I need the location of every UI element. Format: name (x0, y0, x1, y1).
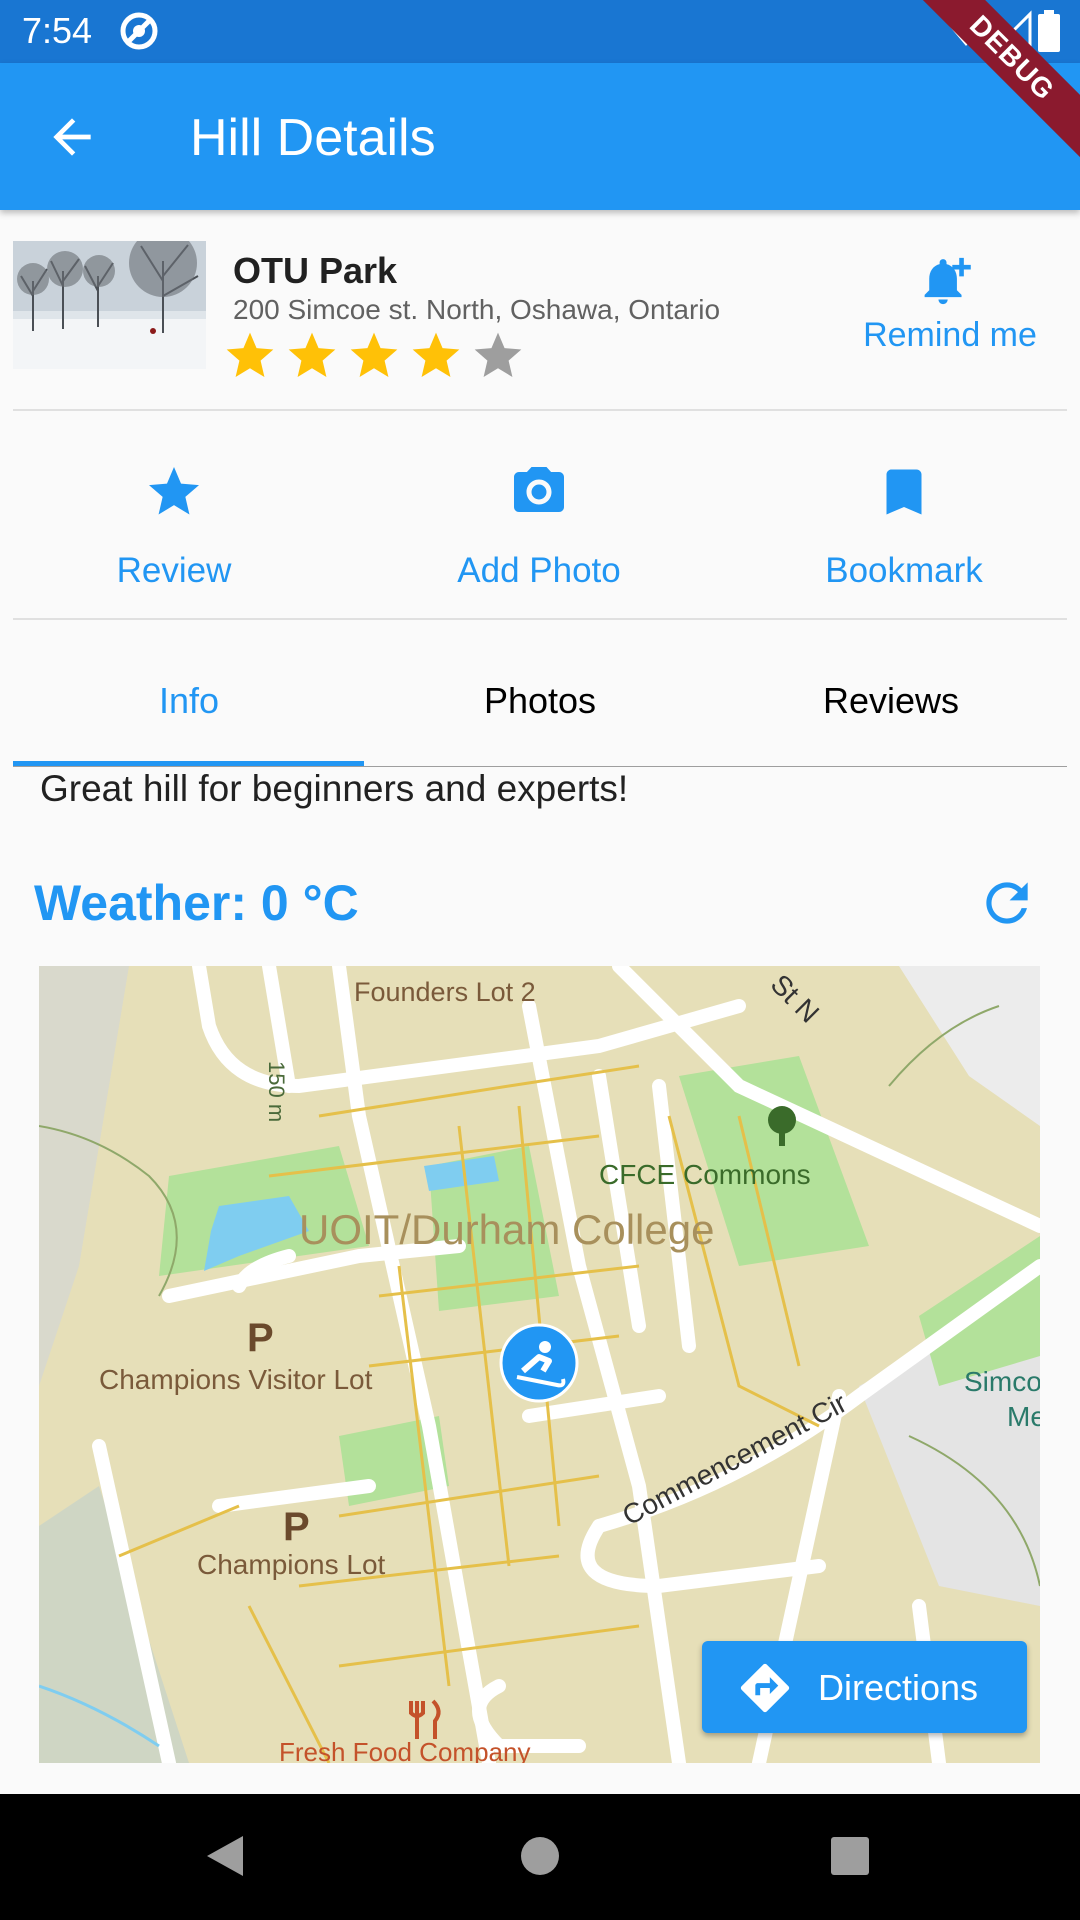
directions-icon (740, 1663, 790, 1713)
star-filled-icon (288, 332, 336, 377)
page-title: Hill Details (190, 109, 436, 167)
directions-label: Directions (818, 1667, 979, 1708)
hill-description: Great hill for beginners and experts! (40, 768, 629, 809)
review-button[interactable]: Review (44, 462, 304, 591)
star-filled-icon (412, 332, 460, 377)
map-label-visitor-lot: Champions Visitor Lot (99, 1364, 373, 1395)
tab-photos[interactable]: Photos (364, 680, 716, 722)
tab-indicator (13, 761, 364, 766)
star-filled-icon (350, 332, 398, 377)
tab-bar-divider (13, 766, 1067, 767)
remind-me-button[interactable]: Remind me (850, 253, 1050, 355)
map-label-campus: UOIT/Durham College (299, 1206, 714, 1253)
map-label-cfce: CFCE Commons (599, 1159, 811, 1190)
debug-banner: DEBUG (920, 0, 1080, 160)
hill-name: OTU Park (233, 250, 398, 291)
weather-label: Weather: 0 °C (34, 875, 359, 931)
status-bar: 7:54 (0, 0, 1080, 63)
map-label-fresh-food: Fresh Food Company (279, 1737, 530, 1763)
star-filled-icon (226, 332, 274, 377)
status-time: 7:54 (22, 10, 93, 51)
rating-stars (222, 328, 526, 384)
map-label-150m: 150 m (264, 1061, 289, 1122)
map-view[interactable]: P P Founders Lot 2 CFCE Commons UOIT/Dur… (39, 966, 1040, 1763)
map-label-founders: Founders Lot 2 (354, 977, 536, 1007)
map-label-champions-lot: Champions Lot (197, 1549, 386, 1580)
sledding-marker-icon (499, 1323, 579, 1403)
map-parking-2: P (283, 1505, 310, 1549)
nav-recents-icon[interactable] (830, 1834, 870, 1883)
divider (13, 618, 1067, 620)
star-icon (149, 467, 199, 515)
hill-thumbnail (13, 241, 206, 369)
divider (13, 409, 1067, 411)
directions-button[interactable]: Directions (702, 1641, 1027, 1733)
tab-info[interactable]: Info (13, 680, 365, 722)
star-empty-icon (474, 332, 522, 377)
bookmark-button[interactable]: Bookmark (774, 462, 1034, 591)
remind-me-label: Remind me (863, 316, 1037, 354)
bell-plus-icon (924, 257, 971, 305)
bookmark-label: Bookmark (825, 551, 983, 590)
debug-label: DEBUG (920, 0, 1080, 160)
tab-reviews[interactable]: Reviews (715, 680, 1067, 722)
map-label-me: Me (1007, 1401, 1040, 1432)
camera-icon (514, 467, 564, 512)
add-photo-button[interactable]: Add Photo (409, 462, 669, 591)
review-label: Review (116, 551, 232, 590)
bookmark-icon (886, 469, 922, 515)
nav-back-icon[interactable] (205, 1834, 245, 1883)
map-parking-1: P (247, 1316, 274, 1360)
hill-address: 200 Simcoe st. North, Oshawa, Ontario (233, 294, 721, 325)
nav-home-icon[interactable] (520, 1834, 560, 1883)
refresh-icon[interactable] (976, 872, 1038, 934)
back-arrow-icon[interactable] (44, 109, 100, 165)
map-label-simcoe: Simco (964, 1366, 1040, 1397)
app-bar: Hill Details (0, 63, 1080, 210)
system-nav-bar (0, 1794, 1080, 1920)
sync-icon (118, 10, 160, 57)
add-photo-label: Add Photo (457, 551, 621, 590)
